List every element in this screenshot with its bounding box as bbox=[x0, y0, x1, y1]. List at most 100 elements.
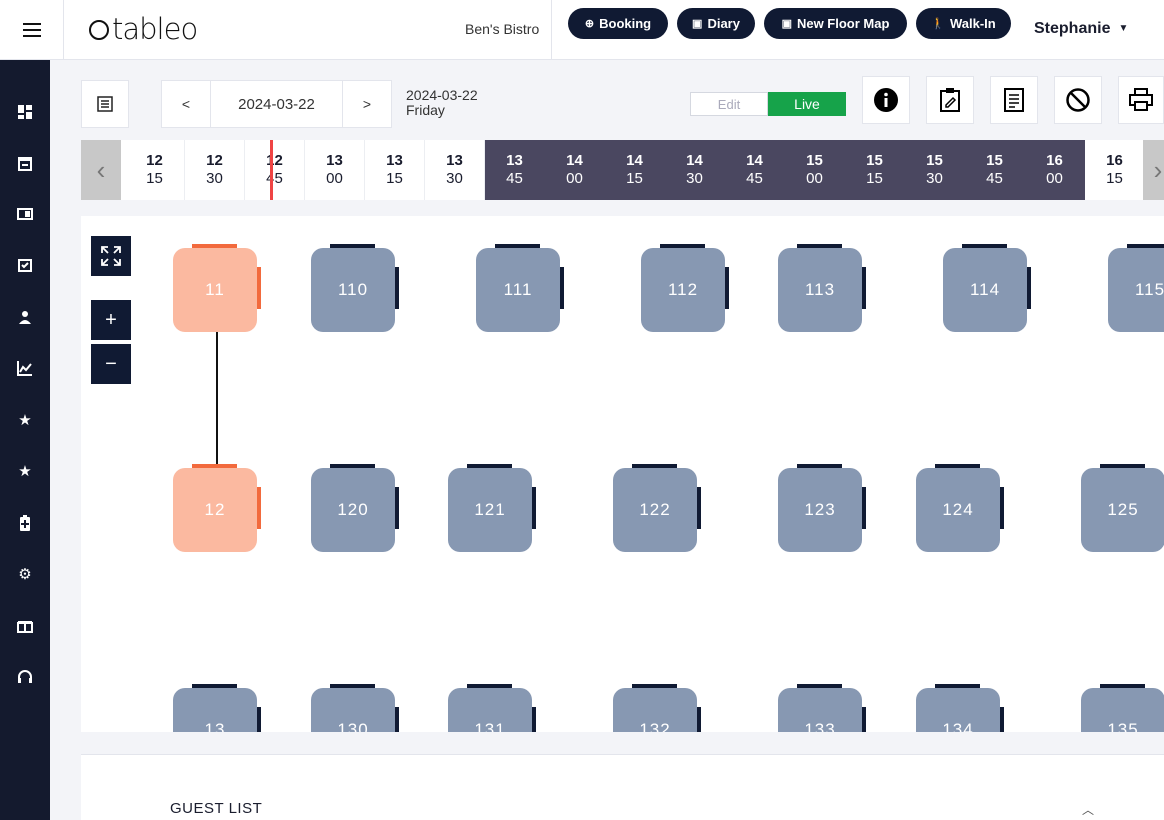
table-132[interactable]: 132 bbox=[613, 684, 701, 732]
hamburger-icon bbox=[22, 21, 41, 39]
table-chair-side bbox=[1000, 487, 1004, 529]
table-label: 122 bbox=[639, 500, 671, 519]
calendar-icon[interactable] bbox=[15, 153, 35, 173]
info-button[interactable] bbox=[862, 76, 910, 124]
table-chair-top bbox=[797, 244, 842, 248]
time-slot[interactable]: 16 00 bbox=[1025, 140, 1085, 200]
time-slot[interactable]: 12 30 bbox=[185, 140, 245, 200]
zoom-out-button[interactable]: − bbox=[91, 344, 131, 384]
time-slot[interactable]: 14 15 bbox=[605, 140, 665, 200]
table-131[interactable]: 131 bbox=[448, 684, 536, 732]
time-slot[interactable]: 14 45 bbox=[725, 140, 785, 200]
table-chair-top bbox=[660, 244, 705, 248]
date-info: 2024-03-22 Friday bbox=[406, 88, 478, 118]
time-slot[interactable]: 15 30 bbox=[905, 140, 965, 200]
gear-icon[interactable]: ⚙ bbox=[15, 564, 35, 584]
time-slot[interactable]: 15 00 bbox=[785, 140, 845, 200]
table-121[interactable]: 121 bbox=[448, 464, 536, 552]
slot-hour: 12 bbox=[266, 152, 283, 169]
table-124[interactable]: 124 bbox=[916, 464, 1004, 552]
table-chair-top bbox=[330, 684, 375, 688]
slot-minute: 45 bbox=[506, 170, 523, 187]
table-chair-side bbox=[532, 487, 536, 529]
chevron-down-icon: ▼ bbox=[1118, 23, 1129, 34]
table-111[interactable]: 111 bbox=[476, 244, 564, 332]
table-chair-top bbox=[935, 464, 980, 468]
star-icon[interactable]: ★ bbox=[15, 461, 35, 481]
table-112[interactable]: 112 bbox=[641, 244, 729, 332]
slot-hour: 13 bbox=[386, 152, 403, 169]
date-display: 2024-03-22 bbox=[406, 87, 478, 103]
table-chair-side bbox=[395, 267, 399, 309]
table-13[interactable]: 13 bbox=[173, 684, 261, 732]
live-mode-button[interactable]: Live bbox=[768, 92, 846, 116]
table-120[interactable]: 120 bbox=[311, 464, 399, 552]
battery-icon[interactable] bbox=[15, 513, 35, 533]
timeline-next-button[interactable]: › bbox=[1143, 140, 1164, 200]
diary-button[interactable]: ▣ Diary bbox=[677, 8, 755, 39]
table-110[interactable]: 110 bbox=[311, 244, 399, 332]
notes-button[interactable] bbox=[990, 76, 1038, 124]
new-floor-map-button[interactable]: ▣ New Floor Map bbox=[764, 8, 907, 39]
chevron-right-icon: > bbox=[362, 96, 372, 112]
list-view-button[interactable] bbox=[81, 80, 129, 128]
table-123[interactable]: 123 bbox=[778, 464, 866, 552]
block-button[interactable] bbox=[1054, 76, 1102, 124]
table-11[interactable]: 11 bbox=[173, 244, 261, 332]
next-date-button[interactable]: > bbox=[343, 81, 391, 127]
table-114[interactable]: 114 bbox=[943, 244, 1031, 332]
slot-minute: 15 bbox=[626, 170, 643, 187]
chart-icon[interactable] bbox=[15, 358, 35, 378]
time-slot[interactable]: 13 00 bbox=[305, 140, 365, 200]
table-135[interactable]: 135 bbox=[1081, 684, 1164, 732]
time-slot[interactable]: 13 45 bbox=[485, 140, 545, 200]
table-12[interactable]: 12 bbox=[173, 464, 261, 552]
menu-toggle-button[interactable] bbox=[0, 0, 64, 60]
table-134[interactable]: 134 bbox=[916, 684, 1004, 732]
prev-date-button[interactable]: < bbox=[162, 81, 210, 127]
gift-icon[interactable] bbox=[15, 615, 35, 635]
booking-button[interactable]: ⊕ Booking bbox=[568, 8, 668, 39]
current-time-indicator bbox=[270, 140, 273, 200]
time-slot[interactable]: 13 30 bbox=[425, 140, 485, 200]
fullscreen-button[interactable] bbox=[91, 236, 131, 276]
date-value[interactable]: 2024-03-22 bbox=[210, 81, 343, 127]
walk-in-button[interactable]: 🚶 Walk-In bbox=[916, 8, 1011, 39]
dashboard-icon[interactable] bbox=[15, 102, 35, 122]
table-130[interactable]: 130 bbox=[311, 684, 399, 732]
zoom-in-button[interactable]: + bbox=[91, 300, 131, 340]
table-chair-top bbox=[797, 684, 842, 688]
clipboard-button[interactable] bbox=[926, 76, 974, 124]
star-icon[interactable]: ★ bbox=[15, 410, 35, 430]
time-slot[interactable]: 14 30 bbox=[665, 140, 725, 200]
table-chair-top bbox=[467, 464, 512, 468]
time-slot[interactable]: 12 45 bbox=[245, 140, 305, 200]
table-133[interactable]: 133 bbox=[778, 684, 866, 732]
time-slot[interactable]: 15 45 bbox=[965, 140, 1025, 200]
table-chair-side bbox=[862, 707, 866, 732]
table-125[interactable]: 125 bbox=[1081, 464, 1164, 552]
table-115[interactable]: 115 bbox=[1108, 244, 1164, 332]
book-icon[interactable] bbox=[15, 204, 35, 224]
slot-minute: 30 bbox=[206, 170, 223, 187]
checklist-icon[interactable] bbox=[15, 256, 35, 276]
slot-minute: 00 bbox=[566, 170, 583, 187]
table-122[interactable]: 122 bbox=[613, 464, 701, 552]
headset-icon[interactable] bbox=[15, 667, 35, 687]
time-slot[interactable]: 14 00 bbox=[545, 140, 605, 200]
table-label: 110 bbox=[337, 280, 369, 299]
time-slot[interactable]: 16 15 bbox=[1085, 140, 1145, 200]
edit-mode-button[interactable]: Edit bbox=[690, 92, 768, 116]
table-label: 111 bbox=[503, 280, 533, 299]
user-menu[interactable]: Stephanie ▼ bbox=[1034, 20, 1128, 38]
time-slot[interactable]: 12 15 bbox=[125, 140, 185, 200]
print-button[interactable] bbox=[1118, 76, 1164, 124]
time-slot[interactable]: 13 15 bbox=[365, 140, 425, 200]
time-slot[interactable]: 15 15 bbox=[845, 140, 905, 200]
table-113[interactable]: 113 bbox=[778, 244, 866, 332]
table-label: 114 bbox=[969, 280, 1001, 299]
chevron-up-icon[interactable]: ︿ bbox=[1082, 801, 1094, 818]
table-label: 131 bbox=[474, 720, 506, 732]
user-icon[interactable] bbox=[15, 307, 35, 327]
timeline-prev-button[interactable]: ‹ bbox=[81, 140, 121, 200]
